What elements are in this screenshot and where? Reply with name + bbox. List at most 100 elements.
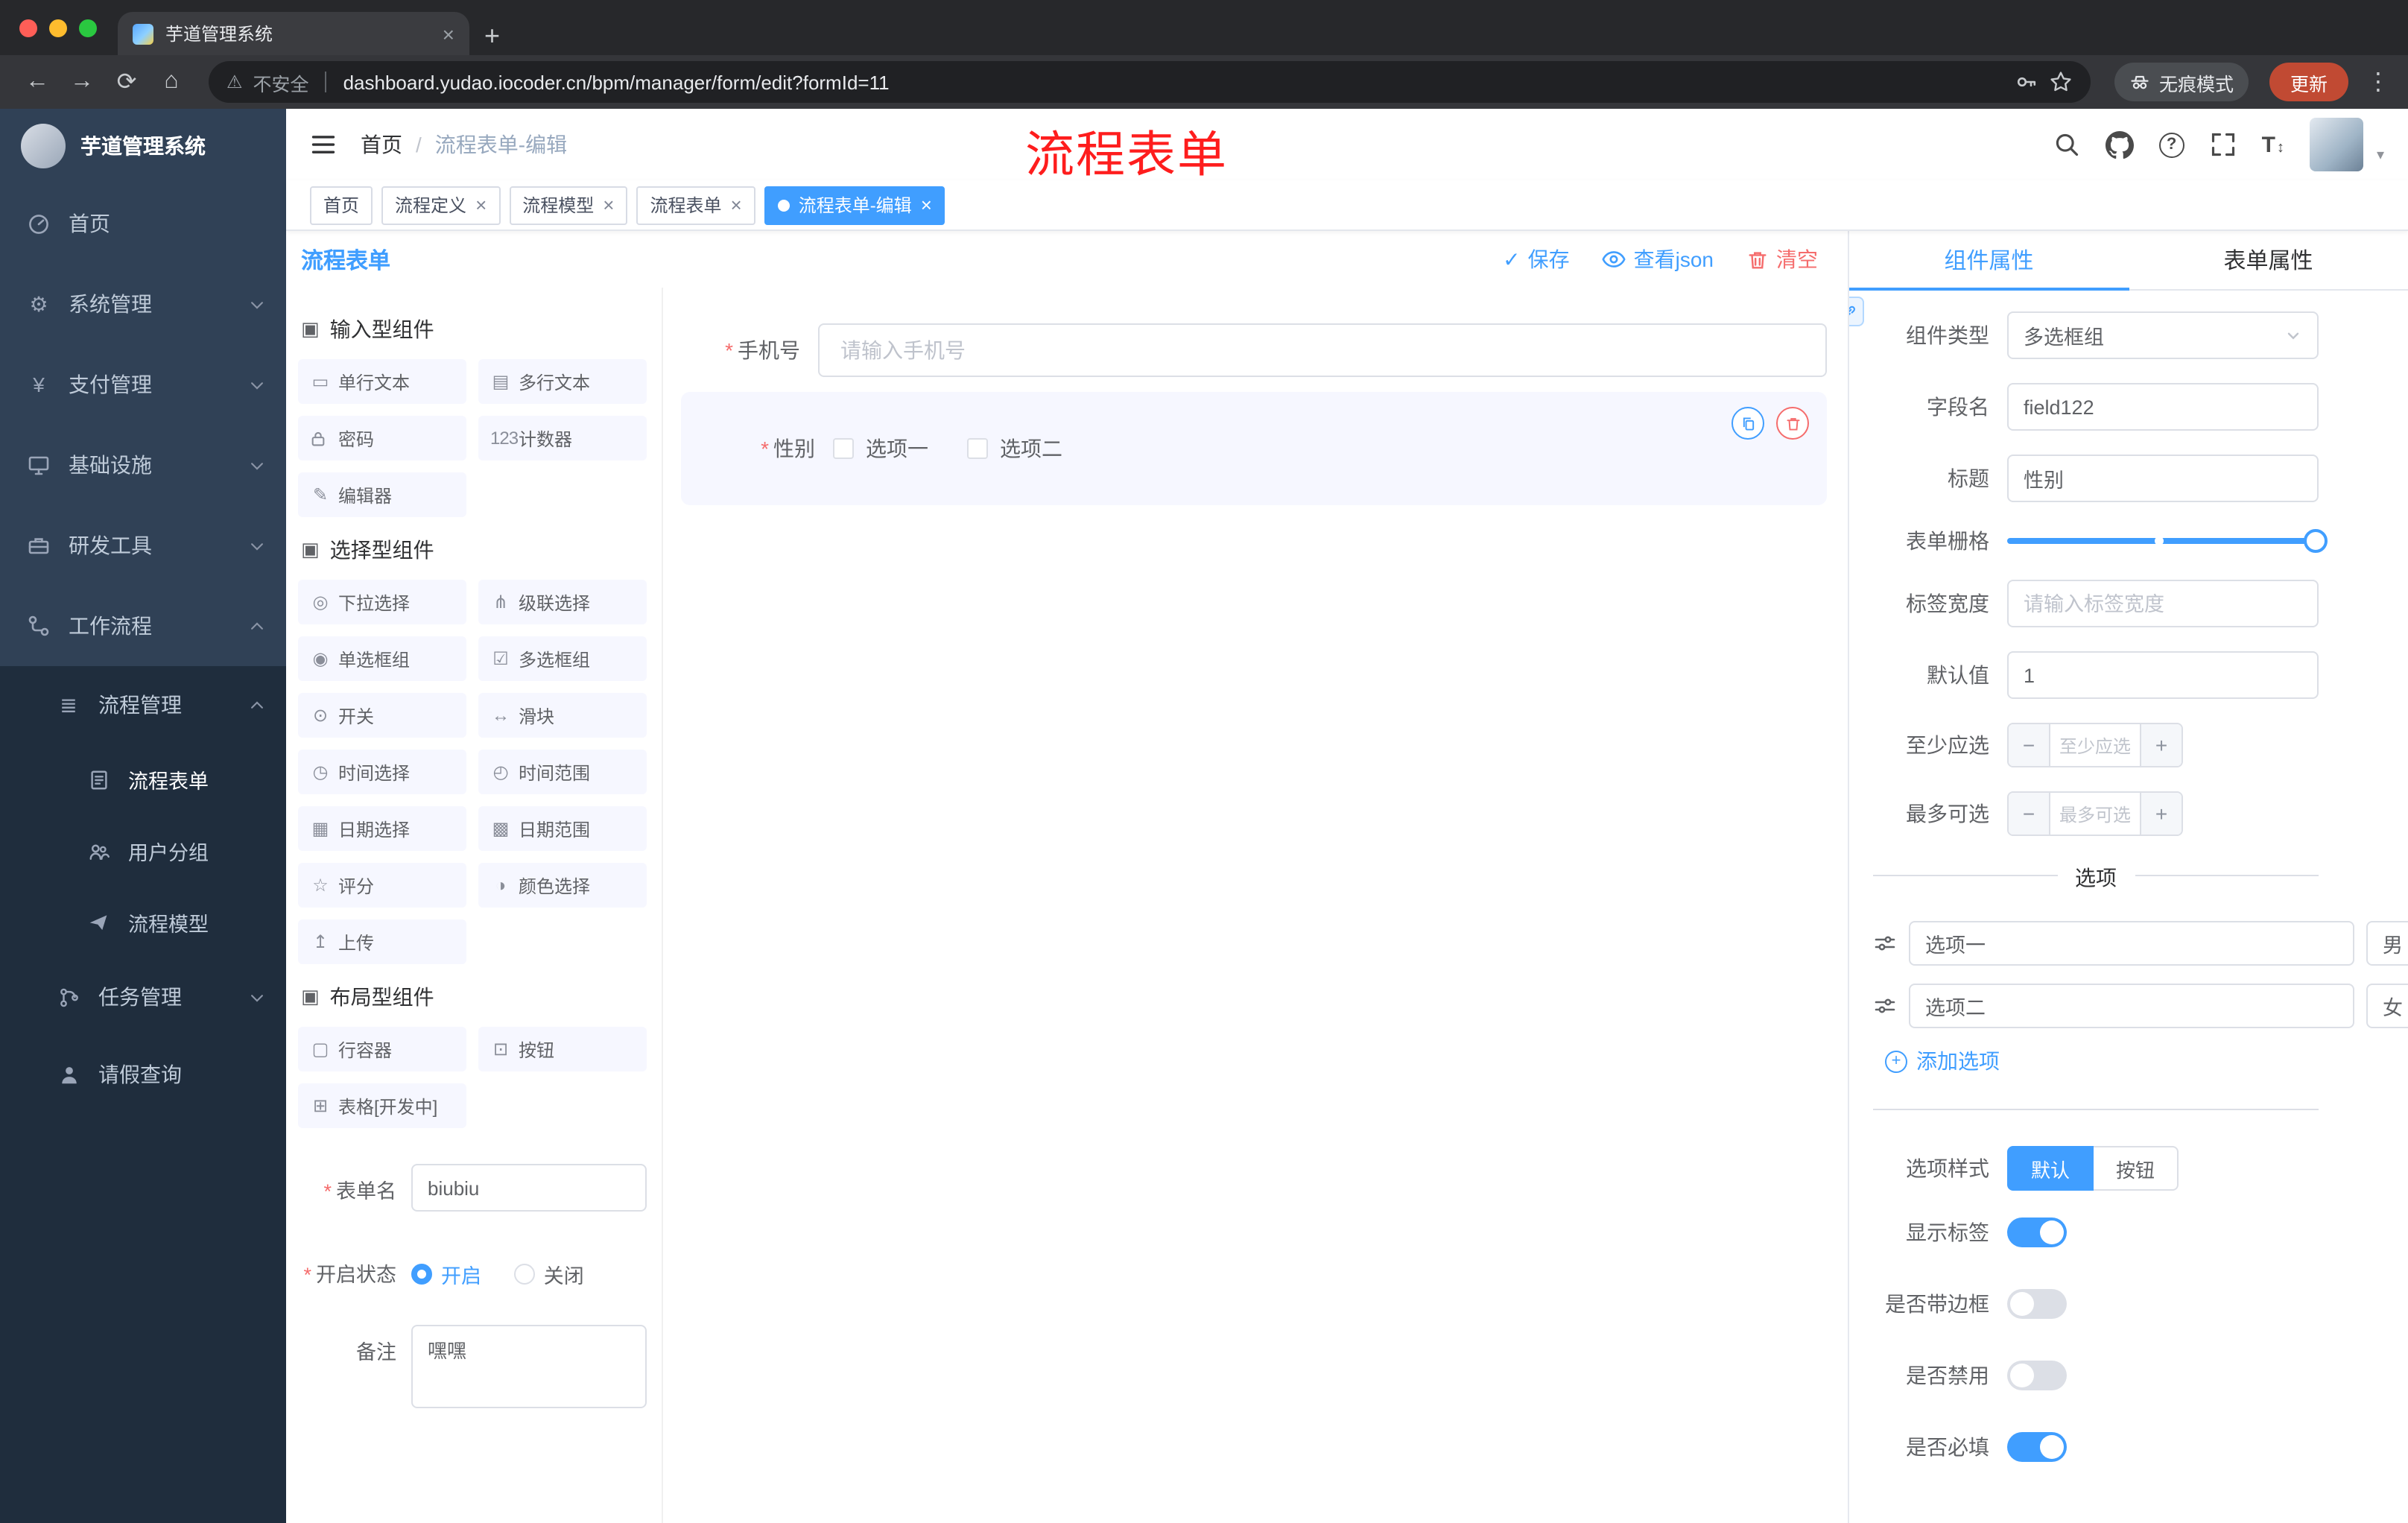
increase-button[interactable]: + <box>2140 793 2182 835</box>
tab-close-icon[interactable]: × <box>440 23 457 44</box>
gender-field-selected[interactable]: 性别 选项一 选项二 <box>681 392 1827 505</box>
close-icon[interactable]: × <box>603 195 614 215</box>
option1-value-input[interactable] <box>2366 921 2408 966</box>
fullscreen-icon[interactable] <box>2210 131 2237 158</box>
default-value-input[interactable] <box>2007 651 2319 699</box>
tab-form-props[interactable]: 表单属性 <box>2129 231 2408 289</box>
palette-item-multi-line-text[interactable]: ▤ 多行文本 <box>478 359 647 404</box>
add-option-link[interactable]: + 添加选项 <box>1885 1046 2319 1076</box>
key-icon[interactable] <box>2015 70 2038 94</box>
palette-item-time-range[interactable]: ◴ 时间范围 <box>478 750 647 794</box>
title-input[interactable] <box>2007 455 2319 502</box>
sidebar-item-leave-query[interactable]: 请假查询 <box>0 1036 286 1113</box>
sidebar-item-process-mgmt[interactable]: ≣ 流程管理 <box>0 666 286 744</box>
sidebar-item-home[interactable]: 首页 <box>0 183 286 264</box>
drag-handle-icon[interactable] <box>1873 994 1897 1018</box>
sidebar-item-devtools[interactable]: 研发工具 <box>0 505 286 586</box>
back-icon[interactable]: ← <box>18 63 57 101</box>
tag-home[interactable]: 首页 <box>310 186 373 224</box>
sidebar-item-process-model[interactable]: 流程模型 <box>0 887 286 958</box>
phone-field-row[interactable]: 手机号 <box>681 323 1827 377</box>
tag-process-form[interactable]: 流程表单 × <box>636 186 755 224</box>
link-icon[interactable] <box>1849 297 1864 326</box>
close-icon[interactable]: × <box>921 195 932 215</box>
palette-item-color-picker[interactable]: ◑ 颜色选择 <box>478 863 647 908</box>
sidebar-item-payment[interactable]: ¥ 支付管理 <box>0 344 286 425</box>
incognito-badge[interactable]: 无痕模式 <box>2114 63 2249 101</box>
drag-handle-icon[interactable] <box>1873 931 1897 955</box>
palette-item-switch[interactable]: ⊙ 开关 <box>298 693 466 738</box>
palette-item-button[interactable]: ⊡ 按钮 <box>478 1027 647 1071</box>
option2-label-input[interactable] <box>1909 984 2354 1028</box>
avatar[interactable] <box>2309 118 2363 171</box>
tag-process-model[interactable]: 流程模型 × <box>509 186 628 224</box>
status-off-radio[interactable]: 关闭 <box>513 1247 584 1289</box>
font-size-icon[interactable]: T ↕ <box>2262 133 2284 156</box>
tab-component-props[interactable]: 组件属性 <box>1849 231 2129 291</box>
github-icon[interactable] <box>2105 130 2134 159</box>
zoom-window-button[interactable] <box>79 19 97 37</box>
gender-option2-checkbox[interactable]: 选项二 <box>967 434 1062 463</box>
clear-button[interactable]: 清空 <box>1746 244 1818 274</box>
breadcrumb-home[interactable]: 首页 <box>361 130 402 159</box>
caret-down-icon[interactable]: ▾ <box>2377 147 2384 163</box>
decrease-button[interactable]: − <box>2009 724 2050 766</box>
decrease-button[interactable]: − <box>2009 793 2050 835</box>
grid-slider[interactable] <box>2007 529 2328 553</box>
palette-item-upload[interactable]: ↥ 上传 <box>298 919 466 964</box>
style-default-button[interactable]: 默认 <box>2007 1146 2094 1191</box>
palette-item-single-line-text[interactable]: ▭ 单行文本 <box>298 359 466 404</box>
reload-icon[interactable]: ⟳ <box>107 63 146 101</box>
view-json-button[interactable]: 查看json <box>1603 244 1714 274</box>
slider-handle[interactable] <box>2304 529 2328 553</box>
palette-item-counter[interactable]: 123 计数器 <box>478 416 647 460</box>
close-window-button[interactable] <box>19 19 37 37</box>
sidebar-item-process-form[interactable]: 流程表单 <box>0 744 286 815</box>
gender-option1-checkbox[interactable]: 选项一 <box>833 434 928 463</box>
label-width-input[interactable] <box>2007 580 2319 627</box>
palette-item-time-picker[interactable]: ◷ 时间选择 <box>298 750 466 794</box>
security-label[interactable]: 不安全 <box>253 68 309 96</box>
delete-component-button[interactable] <box>1776 407 1809 440</box>
min-select-value[interactable]: 至少应选 <box>2050 724 2140 766</box>
palette-item-editor[interactable]: ✎ 编辑器 <box>298 472 466 517</box>
disabled-switch[interactable] <box>2007 1361 2067 1390</box>
component-type-select[interactable]: 多选框组 <box>2007 311 2319 359</box>
search-icon[interactable] <box>2053 131 2080 158</box>
copy-component-button[interactable] <box>1731 407 1764 440</box>
sidebar-logo[interactable]: 芋道管理系统 <box>0 109 286 183</box>
tag-process-form-edit[interactable]: 流程表单-编辑 × <box>764 186 945 224</box>
palette-item-table[interactable]: ⊞ 表格[开发中] <box>298 1083 466 1128</box>
bookmark-star-icon[interactable] <box>2049 70 2073 94</box>
option2-value-input[interactable] <box>2366 984 2408 1028</box>
update-button[interactable]: 更新 <box>2269 63 2348 101</box>
required-switch[interactable] <box>2007 1432 2067 1462</box>
sidebar-item-system[interactable]: ⚙ 系统管理 <box>0 264 286 344</box>
sidebar-item-infra[interactable]: 基础设施 <box>0 425 286 505</box>
new-tab-button[interactable]: + <box>484 22 500 49</box>
close-icon[interactable]: × <box>731 195 742 215</box>
style-button-button[interactable]: 按钮 <box>2094 1146 2179 1191</box>
sidebar-item-task-mgmt[interactable]: 任务管理 <box>0 958 286 1036</box>
form-remark-textarea[interactable]: 嘿嘿 <box>411 1325 647 1408</box>
browser-menu-icon[interactable]: ⋮ <box>2366 67 2390 97</box>
help-icon[interactable]: ? <box>2158 132 2184 157</box>
palette-item-row-container[interactable]: ▢ 行容器 <box>298 1027 466 1071</box>
close-icon[interactable]: × <box>475 195 487 215</box>
palette-item-checkbox-group[interactable]: ☑ 多选框组 <box>478 636 647 681</box>
palette-item-date-picker[interactable]: ▦ 日期选择 <box>298 806 466 851</box>
sidebar-item-user-group[interactable]: 用户分组 <box>0 815 286 887</box>
palette-item-date-range[interactable]: ▩ 日期范围 <box>478 806 647 851</box>
minimize-window-button[interactable] <box>49 19 67 37</box>
palette-item-rate[interactable]: ☆ 评分 <box>298 863 466 908</box>
home-icon[interactable]: ⌂ <box>152 63 191 101</box>
palette-item-cascader[interactable]: ⋔ 级联选择 <box>478 580 647 624</box>
browser-tab[interactable]: 芋道管理系统 × <box>118 12 469 55</box>
palette-item-password[interactable]: 密码 <box>298 416 466 460</box>
option1-label-input[interactable] <box>1909 921 2354 966</box>
status-on-radio[interactable]: 开启 <box>411 1247 481 1289</box>
palette-item-slider[interactable]: ↔ 滑块 <box>478 693 647 738</box>
form-canvas[interactable]: 手机号 性别 选项一 选项二 <box>663 288 1848 1523</box>
show-label-switch[interactable] <box>2007 1218 2067 1247</box>
phone-input[interactable] <box>818 323 1827 377</box>
